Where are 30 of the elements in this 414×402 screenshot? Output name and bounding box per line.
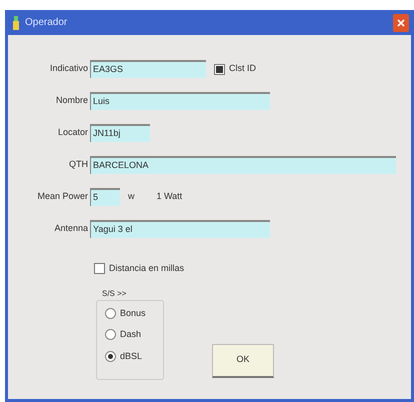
radio-label: dBSL bbox=[120, 350, 142, 362]
radio-button[interactable] bbox=[105, 308, 116, 319]
power-note: 1 Watt bbox=[156, 190, 182, 204]
radio-button[interactable] bbox=[105, 350, 116, 362]
checkbox[interactable] bbox=[94, 263, 105, 274]
checkbox-label: Distancia en millas bbox=[109, 262, 184, 275]
checkbox[interactable] bbox=[214, 64, 225, 74]
text-field[interactable]: JN11bj bbox=[90, 124, 150, 142]
ok-button[interactable]: OK bbox=[212, 344, 274, 378]
radio-label: Bonus bbox=[120, 306, 146, 320]
text-field[interactable]: BARCELONA bbox=[90, 156, 396, 174]
close-icon bbox=[397, 18, 405, 26]
field-label: Nombre bbox=[54, 94, 89, 108]
radio-label: Dash bbox=[120, 328, 142, 341]
app-icon bbox=[12, 16, 20, 30]
text-field[interactable]: Yagui 3 el bbox=[90, 220, 270, 238]
group-title: S/S >> bbox=[102, 288, 128, 300]
radio-button[interactable] bbox=[105, 329, 116, 340]
window-title: Operador bbox=[25, 16, 68, 30]
text-field[interactable]: Luis bbox=[90, 92, 270, 110]
field-label: QTH bbox=[68, 158, 89, 172]
field-label: Locator bbox=[56, 126, 89, 140]
checkbox-label: Clst ID bbox=[229, 62, 256, 76]
field-label: Antenna bbox=[53, 222, 89, 236]
text-field[interactable]: 5 bbox=[90, 188, 120, 206]
field-label: Indicativo bbox=[48, 62, 89, 76]
field-label: Mean Power bbox=[36, 190, 89, 204]
unit-label: w bbox=[128, 190, 134, 204]
text-field[interactable]: EA3GS bbox=[90, 60, 206, 78]
close-button[interactable] bbox=[393, 14, 409, 32]
